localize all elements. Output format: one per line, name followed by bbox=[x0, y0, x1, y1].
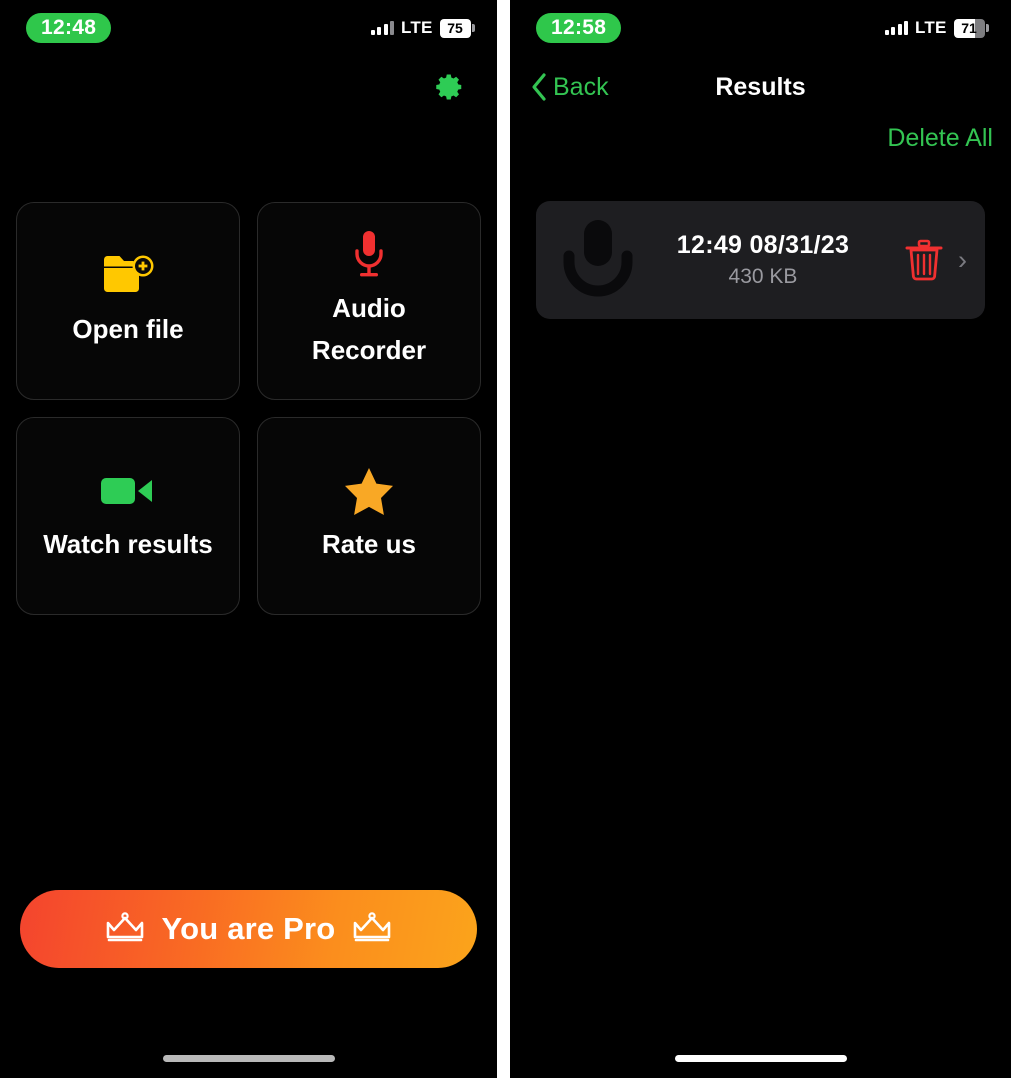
battery-level-label: 75 bbox=[439, 18, 471, 38]
signal-bars-icon bbox=[370, 21, 395, 35]
right-status-bar: 12:58 LTE 71 bbox=[510, 0, 1011, 56]
dual-screenshot-comparison: 12:48 LTE 75 Open file Audio Recorder Wa… bbox=[0, 0, 1011, 1078]
tile-open-file[interactable]: Open file bbox=[16, 202, 240, 400]
pro-button-container: You are Pro bbox=[0, 890, 497, 968]
tile-label: Audio Recorder bbox=[311, 293, 427, 365]
left-status-bar: 12:48 LTE 75 bbox=[0, 0, 497, 56]
tile-audio-recorder[interactable]: Audio Recorder bbox=[257, 202, 481, 400]
left-home-indicator bbox=[0, 1055, 497, 1062]
home-bar bbox=[162, 1055, 335, 1062]
trash-icon bbox=[905, 239, 943, 281]
crown-icon-left bbox=[104, 911, 146, 947]
battery-tip bbox=[986, 24, 989, 32]
recording-info: 12:49 08/31/23 430 KB bbox=[622, 231, 904, 289]
left-phone-screen: 12:48 LTE 75 Open file Audio Recorder Wa… bbox=[0, 0, 497, 1078]
battery-tip bbox=[472, 24, 475, 32]
you-are-pro-button[interactable]: You are Pro bbox=[20, 890, 477, 968]
crown-icon-right bbox=[351, 911, 393, 947]
delete-recording-button[interactable] bbox=[904, 238, 958, 282]
microphone-icon bbox=[352, 226, 386, 284]
back-button[interactable]: Back bbox=[530, 72, 609, 102]
battery-indicator: 71 bbox=[953, 18, 989, 38]
network-type-label: LTE bbox=[915, 18, 947, 37]
settings-row bbox=[0, 56, 497, 102]
status-indicators: LTE 75 bbox=[370, 18, 475, 38]
settings-button[interactable] bbox=[435, 72, 465, 102]
battery-level-label: 71 bbox=[953, 18, 985, 38]
right-home-indicator bbox=[510, 1055, 1011, 1062]
navigation-bar: Back Results bbox=[510, 56, 1011, 118]
list-item[interactable]: 12:49 08/31/23 430 KB › bbox=[536, 201, 985, 319]
status-indicators: LTE 71 bbox=[884, 18, 989, 38]
screen-divider bbox=[497, 0, 510, 1078]
chevron-right-icon[interactable]: › bbox=[958, 246, 967, 274]
back-label: Back bbox=[553, 72, 609, 101]
status-time-pill: 12:58 bbox=[536, 13, 622, 43]
pro-button-label: You are Pro bbox=[161, 911, 336, 946]
recordings-list: 12:49 08/31/23 430 KB › bbox=[510, 153, 1011, 319]
star-icon bbox=[344, 462, 394, 520]
signal-bars-icon bbox=[884, 21, 909, 35]
right-phone-screen: 12:58 LTE 71 Back Results Delete All 12:… bbox=[510, 0, 1011, 1078]
status-time-pill: 12:48 bbox=[26, 13, 112, 43]
recording-filesize: 430 KB bbox=[728, 265, 798, 288]
home-bar bbox=[674, 1055, 847, 1062]
delete-all-row: Delete All bbox=[510, 118, 1011, 153]
network-type-label: LTE bbox=[401, 18, 433, 37]
folder-add-icon bbox=[101, 247, 155, 305]
delete-all-button[interactable]: Delete All bbox=[887, 124, 993, 153]
tile-label: Open file bbox=[72, 314, 184, 345]
tile-label: Rate us bbox=[322, 529, 416, 560]
recording-timestamp: 12:49 08/31/23 bbox=[676, 231, 850, 259]
tile-rate-us[interactable]: Rate us bbox=[257, 417, 481, 615]
tile-label: Watch results bbox=[43, 529, 213, 560]
tile-watch-results[interactable]: Watch results bbox=[16, 417, 240, 615]
battery-indicator: 75 bbox=[439, 18, 475, 38]
gear-icon bbox=[436, 74, 462, 100]
action-tiles-grid: Open file Audio Recorder Watch results R… bbox=[0, 202, 497, 615]
chevron-left-icon bbox=[532, 73, 546, 101]
video-camera-icon bbox=[100, 462, 156, 520]
